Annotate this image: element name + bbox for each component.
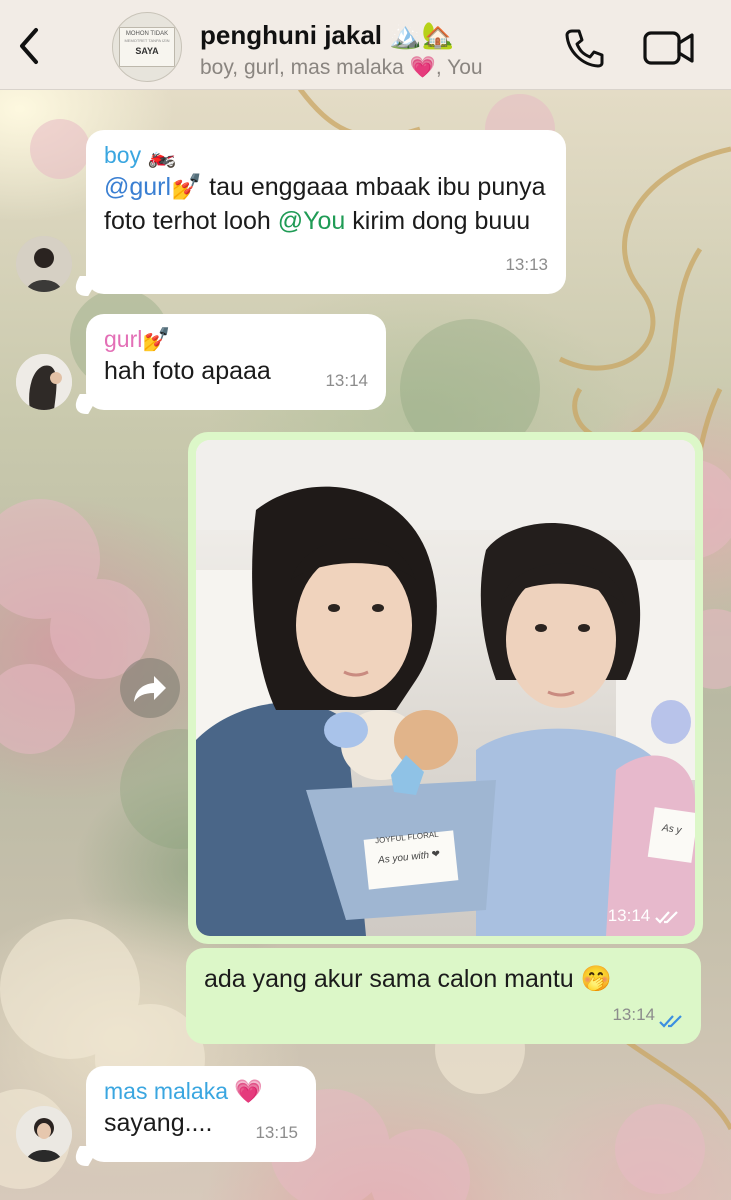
- message-bubble-mas-malaka[interactable]: mas malaka 💗 sayang.... 13:15: [86, 1066, 316, 1162]
- call-button[interactable]: [562, 26, 606, 70]
- shared-photo[interactable]: JOYFUL FLORAL As you with ❤ As y 13:14: [196, 440, 695, 936]
- forward-button[interactable]: [120, 658, 180, 718]
- avatar-mas-malaka[interactable]: [16, 1106, 72, 1162]
- group-members[interactable]: boy, gurl, mas malaka 💗, You: [200, 56, 483, 80]
- video-call-button[interactable]: [642, 28, 696, 68]
- message-bubble-boy[interactable]: boy 🏍️ @gurl💅 tau enggaaa mbaak ibu puny…: [86, 130, 566, 294]
- forward-arrow-icon: [134, 676, 166, 702]
- group-title[interactable]: penghuni jakal 🏔️🏡: [200, 20, 454, 51]
- avatar-boy[interactable]: [16, 236, 72, 292]
- avatar-gurl[interactable]: [16, 354, 72, 410]
- avatar-sign: MOHON TIDAK MEMOTRET TANPA IZIN SAYA: [119, 27, 175, 67]
- video-camera-icon: [643, 31, 694, 65]
- message-time: 13:13: [505, 255, 548, 274]
- read-double-check-icon: [655, 910, 678, 924]
- back-button[interactable]: [14, 24, 46, 68]
- message-text-part: kirim dong buuu: [345, 207, 531, 235]
- photo-two-people-image: [196, 440, 695, 936]
- sender-name: mas malaka 💗: [104, 1078, 264, 1104]
- phone-icon: [565, 29, 604, 68]
- message-text: hah foto apaaa: [104, 357, 271, 385]
- message-text: ada yang akur sama calon mantu 🤭: [204, 965, 612, 993]
- message-time: 13:14: [607, 906, 651, 925]
- read-double-check-icon: [659, 1015, 682, 1028]
- message-time: 13:15: [255, 1123, 298, 1142]
- message-text: sayang....: [104, 1109, 213, 1137]
- photo-message-bubble[interactable]: JOYFUL FLORAL As you with ❤ As y 13:14: [188, 432, 703, 944]
- message-bubble-outgoing[interactable]: ada yang akur sama calon mantu 🤭 13:14: [186, 948, 701, 1044]
- message-time: 13:14: [325, 371, 368, 390]
- group-avatar[interactable]: MOHON TIDAK MEMOTRET TANPA IZIN SAYA: [112, 12, 182, 82]
- chevron-left-icon: [20, 28, 38, 64]
- sender-name: gurl💅: [104, 326, 171, 352]
- chat-header: MOHON TIDAK MEMOTRET TANPA IZIN SAYA pen…: [0, 0, 731, 90]
- person-photo-icon: [16, 354, 72, 410]
- message-bubble-gurl[interactable]: gurl💅 hah foto apaaa 13:14: [86, 314, 386, 410]
- photo-meta: 13:14: [608, 906, 681, 926]
- message-text: @gurl💅 tau enggaaa mbaak ibu punya foto …: [104, 173, 546, 235]
- mention-you[interactable]: @You: [278, 207, 346, 235]
- person-photo-icon: [16, 236, 72, 292]
- avatar-sign-line3: SAYA: [135, 46, 159, 56]
- person-photo-icon: [16, 1106, 72, 1162]
- avatar-sign-line1: MOHON TIDAK: [125, 31, 169, 37]
- mention-gurl[interactable]: @gurl💅: [104, 173, 202, 201]
- sender-name: boy 🏍️: [104, 142, 177, 168]
- message-time: 13:14: [612, 1005, 655, 1024]
